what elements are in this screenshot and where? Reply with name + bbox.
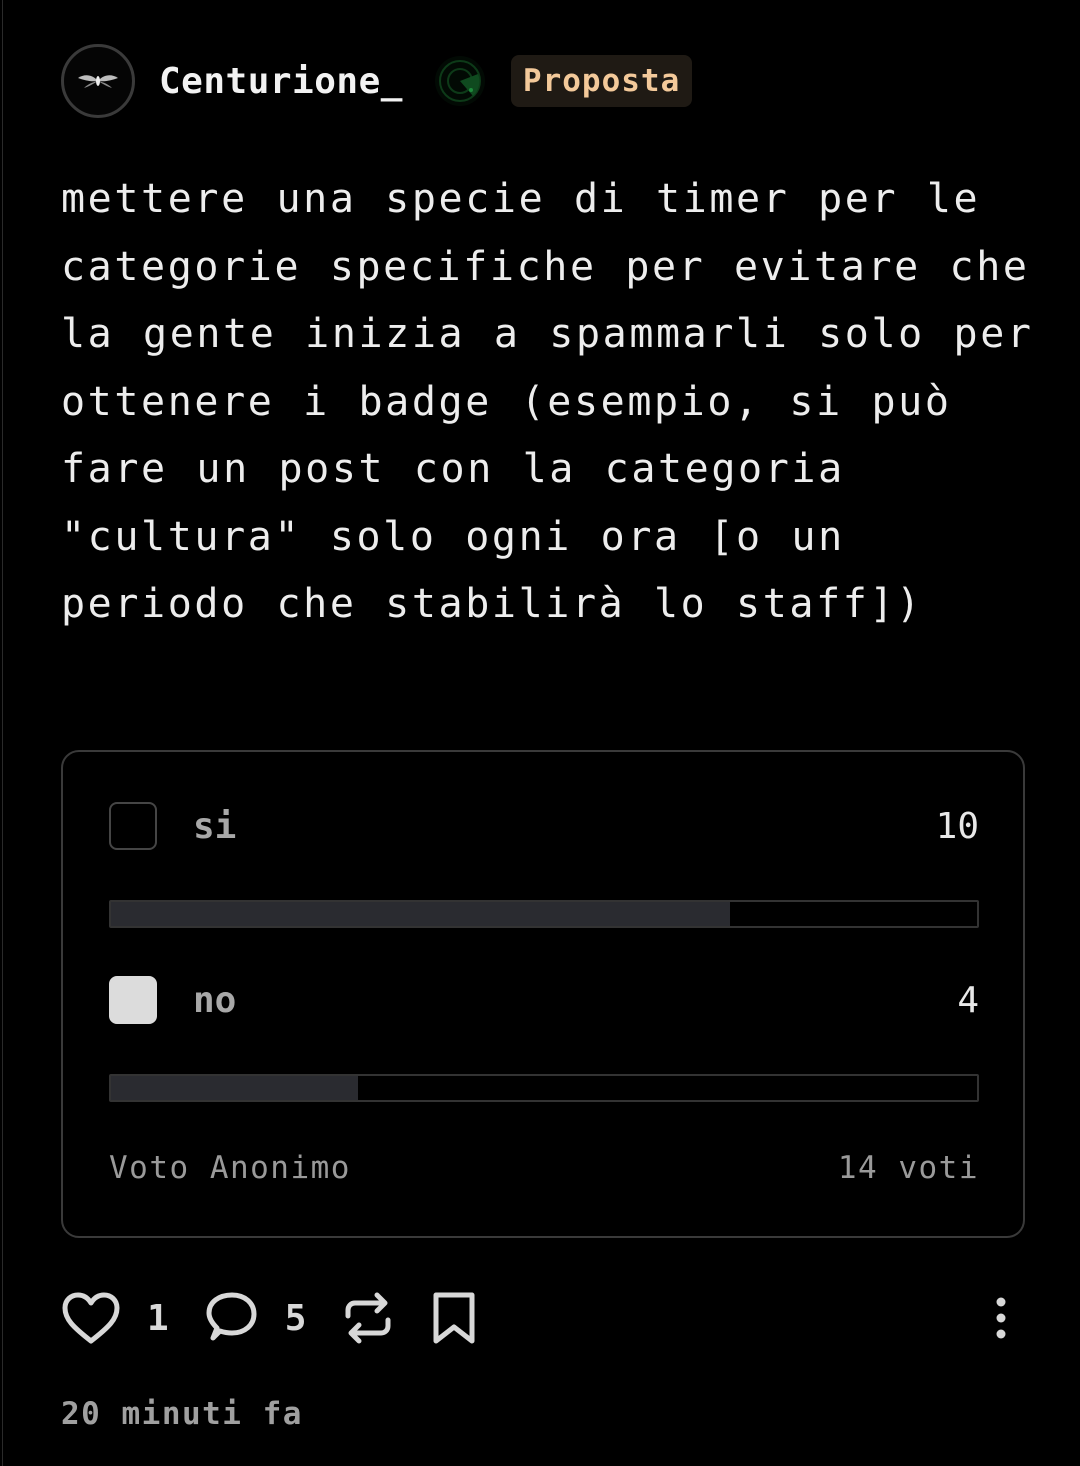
repost-button[interactable] [340, 1290, 396, 1346]
poll-result-bar [109, 900, 979, 928]
poll-option-si[interactable]: si 10 [109, 800, 979, 852]
poll-mode-label: Voto Anonimo [109, 1150, 351, 1186]
poll-total-votes: 14 voti [837, 1150, 979, 1186]
poll-checkbox[interactable] [109, 976, 157, 1024]
poll-checkbox[interactable] [109, 802, 157, 850]
more-options-button[interactable] [991, 1296, 1011, 1344]
avatar[interactable] [61, 44, 135, 118]
post-timestamp: 20 minuti fa [61, 1396, 303, 1432]
poll-option-no[interactable]: no 4 [109, 974, 979, 1026]
moth-icon [78, 75, 118, 88]
poll-option-label: si [193, 805, 237, 847]
category-tag[interactable]: Proposta [510, 55, 693, 107]
post-actions: 1 5 [61, 1288, 1021, 1348]
poll-footer: Voto Anonimo 14 voti [109, 1150, 979, 1186]
post-header: Centurione_ Proposta [61, 42, 693, 120]
post-body-text: mettere una specie di timer per le categ… [61, 176, 1034, 627]
poll-result-bar-fill [111, 1076, 359, 1100]
heart-icon [62, 1292, 120, 1344]
comment-button[interactable]: 5 [203, 1290, 307, 1346]
repost-icon [345, 1292, 391, 1344]
bookmark-icon [433, 1292, 475, 1344]
bookmark-button[interactable] [430, 1290, 478, 1346]
radar-badge-icon [433, 54, 487, 108]
like-count: 1 [147, 1297, 169, 1339]
poll-result-bar-fill [111, 902, 730, 926]
poll-option-count: 10 [935, 805, 979, 847]
poll-option-label: no [193, 979, 237, 1021]
like-button[interactable]: 1 [61, 1291, 169, 1345]
comment-count: 5 [284, 1297, 307, 1339]
comment-icon [206, 1292, 257, 1341]
poll: si 10 no 4 Voto Anonimo 14 voti [61, 750, 1025, 1238]
more-vertical-icon [996, 1297, 1006, 1339]
poll-option-count: 4 [957, 979, 979, 1021]
post-card: Centurione_ Proposta mettere una specie … [2, 0, 1080, 1466]
poll-result-bar [109, 1074, 979, 1102]
username[interactable]: Centurione_ [159, 61, 403, 102]
